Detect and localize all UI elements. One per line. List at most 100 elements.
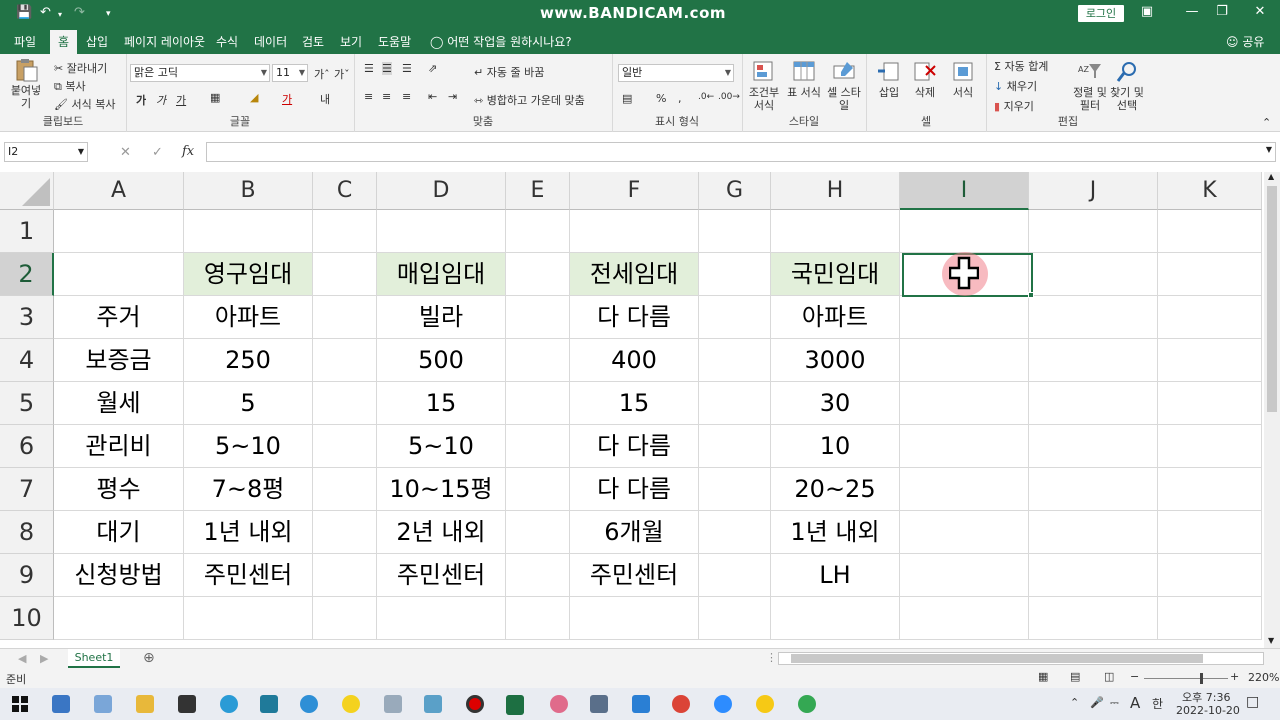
cell-styles-button[interactable]: 셀 스타일 bbox=[824, 60, 864, 112]
cell-e8[interactable] bbox=[506, 511, 570, 554]
autosum-button[interactable]: Σ 자동 합계 bbox=[994, 58, 1048, 74]
column-header-h[interactable]: H bbox=[771, 172, 900, 210]
redo-icon[interactable]: ↷ bbox=[74, 5, 85, 20]
align-center-icon[interactable]: ≡ bbox=[382, 90, 391, 103]
cell-h3[interactable]: 아파트 bbox=[771, 296, 900, 339]
cell-e6[interactable] bbox=[506, 425, 570, 468]
formula-input[interactable]: ▼ bbox=[206, 142, 1276, 162]
find-select-button[interactable]: 찾기 및 선택 bbox=[1108, 60, 1146, 112]
kakaotalk-icon[interactable] bbox=[342, 695, 360, 713]
cell-k7[interactable] bbox=[1158, 468, 1262, 511]
sheet-tab-sheet1[interactable]: Sheet1 bbox=[68, 649, 120, 668]
shrink-font-icon[interactable]: 가ˇ bbox=[334, 66, 350, 82]
underline-button[interactable]: 가 bbox=[176, 92, 186, 108]
number-format-select[interactable]: 일반 ▼ bbox=[618, 64, 734, 82]
tell-me-search[interactable]: ◯ 어떤 작업을 원하시나요? bbox=[430, 33, 572, 50]
chrome-icon[interactable] bbox=[672, 695, 690, 713]
cell-d2[interactable]: 매입임대 bbox=[377, 253, 506, 296]
calculator-icon[interactable] bbox=[590, 695, 608, 713]
cell-d1[interactable] bbox=[377, 210, 506, 253]
cell-a2[interactable] bbox=[54, 253, 184, 296]
tab-split-handle[interactable]: ⋮ bbox=[766, 651, 777, 664]
photos-icon[interactable] bbox=[632, 695, 650, 713]
davinci-icon[interactable] bbox=[178, 695, 196, 713]
player-icon[interactable] bbox=[756, 695, 774, 713]
cell-j2[interactable] bbox=[1029, 253, 1158, 296]
cell-j9[interactable] bbox=[1029, 554, 1158, 597]
cell-g6[interactable] bbox=[699, 425, 771, 468]
scroll-up-icon[interactable]: ▲ bbox=[1268, 172, 1274, 181]
tab-home[interactable]: 홈 bbox=[50, 30, 78, 54]
cell-k5[interactable] bbox=[1158, 382, 1262, 425]
column-header-b[interactable]: B bbox=[184, 172, 313, 210]
cell-f9[interactable]: 주민센터 bbox=[570, 554, 699, 597]
cell-d9[interactable]: 주민센터 bbox=[377, 554, 506, 597]
cell-b8[interactable]: 1년 내외 bbox=[184, 511, 313, 554]
cell-e4[interactable] bbox=[506, 339, 570, 382]
tab-formulas[interactable]: 수식 bbox=[216, 33, 238, 50]
cell-b6[interactable]: 5~10 bbox=[184, 425, 313, 468]
chrome-profile-icon[interactable] bbox=[798, 695, 816, 713]
cell-k1[interactable] bbox=[1158, 210, 1262, 253]
cell-f7[interactable]: 다 다름 bbox=[570, 468, 699, 511]
cell-a7[interactable]: 평수 bbox=[54, 468, 184, 511]
row-header-9[interactable]: 9 bbox=[0, 554, 54, 597]
cell-k2[interactable] bbox=[1158, 253, 1262, 296]
increase-decimal-icon[interactable]: .0← bbox=[698, 92, 714, 102]
zoom-in-icon[interactable]: + bbox=[1230, 670, 1239, 683]
tab-data[interactable]: 데이터 bbox=[254, 33, 287, 50]
cell-d8[interactable]: 2년 내외 bbox=[377, 511, 506, 554]
row-header-6[interactable]: 6 bbox=[0, 425, 54, 468]
cell-i9[interactable] bbox=[900, 554, 1029, 597]
column-header-f[interactable]: F bbox=[570, 172, 699, 210]
tab-file[interactable]: 파일 bbox=[14, 33, 36, 50]
percent-button[interactable]: % bbox=[656, 92, 666, 105]
row-header-3[interactable]: 3 bbox=[0, 296, 54, 339]
save-icon[interactable]: 💾 bbox=[16, 5, 32, 20]
cell-a5[interactable]: 월세 bbox=[54, 382, 184, 425]
snipping-icon[interactable] bbox=[550, 695, 568, 713]
row-header-4[interactable]: 4 bbox=[0, 339, 54, 382]
cell-i3[interactable] bbox=[900, 296, 1029, 339]
scroll-down-icon[interactable]: ▼ bbox=[1268, 636, 1274, 645]
share-button[interactable]: ☺ 공유 bbox=[1226, 33, 1264, 50]
cell-c8[interactable] bbox=[313, 511, 377, 554]
cell-h4[interactable]: 3000 bbox=[771, 339, 900, 382]
cell-f4[interactable]: 400 bbox=[570, 339, 699, 382]
horizontal-scroll-thumb[interactable] bbox=[791, 654, 1203, 663]
cell-h5[interactable]: 30 bbox=[771, 382, 900, 425]
zoom-out-icon[interactable]: − bbox=[1130, 670, 1139, 683]
cell-c10[interactable] bbox=[313, 597, 377, 640]
cell-b3[interactable]: 아파트 bbox=[184, 296, 313, 339]
cell-g1[interactable] bbox=[699, 210, 771, 253]
cell-d7[interactable]: 10~15평 bbox=[377, 468, 506, 511]
cell-h10[interactable] bbox=[771, 597, 900, 640]
maximize-icon[interactable]: ❐ bbox=[1207, 4, 1237, 19]
cell-c3[interactable] bbox=[313, 296, 377, 339]
cell-a1[interactable] bbox=[54, 210, 184, 253]
column-header-e[interactable]: E bbox=[506, 172, 570, 210]
delete-cells-button[interactable]: 삭제 bbox=[908, 60, 942, 99]
add-sheet-icon[interactable]: ⊕ bbox=[143, 650, 155, 666]
cell-f1[interactable] bbox=[570, 210, 699, 253]
cell-j3[interactable] bbox=[1029, 296, 1158, 339]
copy-button[interactable]: ⧉ 복사 bbox=[54, 78, 86, 94]
minimize-icon[interactable]: — bbox=[1177, 4, 1207, 19]
cell-c2[interactable] bbox=[313, 253, 377, 296]
page-break-view-icon[interactable]: ◫ bbox=[1104, 670, 1114, 683]
cell-j4[interactable] bbox=[1029, 339, 1158, 382]
cell-e9[interactable] bbox=[506, 554, 570, 597]
phonetic-icon[interactable]: 내 bbox=[320, 91, 330, 107]
cell-j5[interactable] bbox=[1029, 382, 1158, 425]
collapse-ribbon-icon[interactable]: ⌃ bbox=[1262, 116, 1271, 129]
cell-f2[interactable]: 전세임대 bbox=[570, 253, 699, 296]
cell-i1[interactable] bbox=[900, 210, 1029, 253]
cell-e5[interactable] bbox=[506, 382, 570, 425]
cell-b9[interactable]: 주민센터 bbox=[184, 554, 313, 597]
font-size-select[interactable]: 11 ▼ bbox=[272, 64, 308, 82]
cell-d3[interactable]: 빌라 bbox=[377, 296, 506, 339]
align-middle-icon[interactable]: ☰ bbox=[382, 62, 392, 75]
align-top-icon[interactable]: ☰ bbox=[364, 62, 374, 75]
app-icon[interactable] bbox=[260, 695, 278, 713]
zoom-level[interactable]: 220% bbox=[1248, 671, 1279, 684]
